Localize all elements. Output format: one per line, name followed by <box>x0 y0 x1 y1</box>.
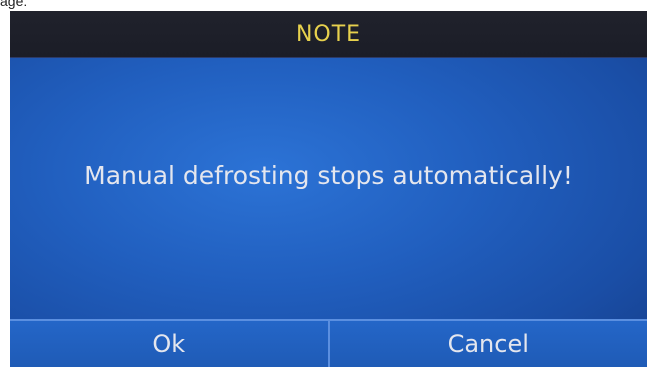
page-caption: age: <box>0 0 28 9</box>
dialog-button-row: Ok Cancel <box>10 319 647 367</box>
dialog-title: NOTE <box>295 21 362 47</box>
device-screen: NOTE Manual defrosting stops automatical… <box>10 11 647 367</box>
cancel-button[interactable]: Cancel <box>329 319 647 367</box>
dialog-message: Manual defrosting stops automatically! <box>84 161 573 190</box>
dialog-title-bar: NOTE <box>10 11 647 58</box>
photo-frame: age: NOTE Manual defrosting stops automa… <box>0 0 649 367</box>
ok-button[interactable]: Ok <box>10 319 330 367</box>
